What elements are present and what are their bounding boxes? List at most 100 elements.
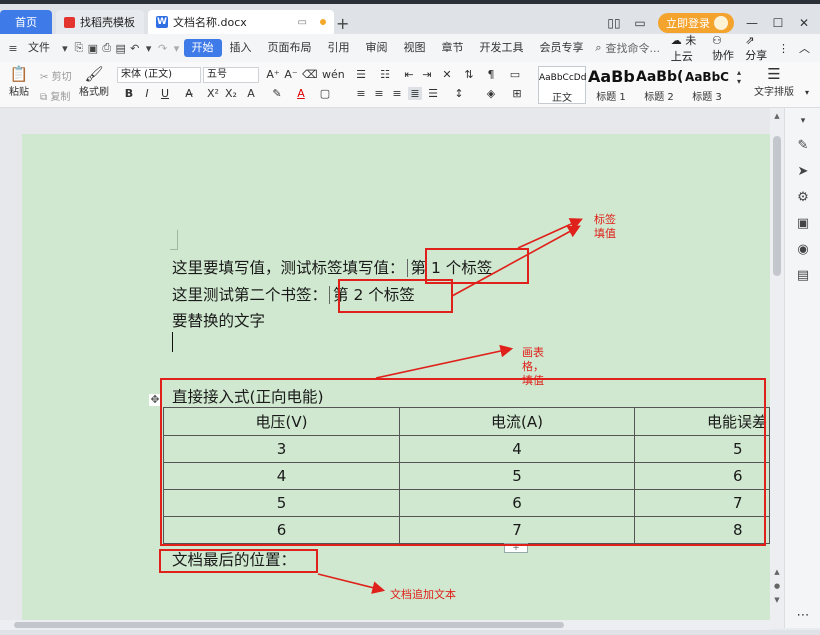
customize-icon[interactable]: ▾	[170, 42, 184, 55]
minimize-button[interactable]: —	[744, 16, 760, 30]
save-icon[interactable]: ▣	[86, 42, 100, 55]
char-border-icon[interactable]: ▢	[318, 87, 332, 100]
layout-toggle-icon[interactable]: ▯▯	[606, 16, 622, 30]
ribbon-expand-icon[interactable]: ▾	[800, 88, 814, 97]
format-painter-button[interactable]: 🖌 格式刷	[78, 65, 110, 98]
restore-view-icon[interactable]: ▭	[632, 16, 648, 30]
vertical-scrollbar[interactable]: ▲ ▲ ● ▼	[770, 108, 784, 628]
clear-format-icon[interactable]: ⌫	[302, 68, 318, 81]
menu-item-start[interactable]: 开始	[183, 39, 222, 57]
menu-item-review[interactable]: 审阅	[358, 39, 396, 57]
location-icon[interactable]: ◉	[793, 242, 813, 257]
line-spacing-icon[interactable]: ↕	[452, 87, 466, 100]
show-marks-icon[interactable]: ¶	[484, 68, 498, 81]
more-icon[interactable]: ⋮	[778, 42, 789, 55]
undo-dropdown-icon[interactable]: ▾	[142, 42, 156, 55]
highlight-icon[interactable]: ✎	[270, 87, 284, 100]
numbered-list-icon[interactable]: ☷	[378, 68, 392, 81]
grow-font-icon[interactable]: A⁺	[266, 68, 280, 81]
menu-item-section[interactable]: 章节	[434, 39, 472, 57]
menu-item-insert[interactable]: 插入	[222, 39, 260, 57]
align-center-icon[interactable]: ≡	[372, 87, 386, 100]
font-family-select[interactable]: 宋体 (正文)	[117, 67, 201, 83]
status-bar	[0, 630, 820, 635]
command-search[interactable]: 查找命令...	[605, 40, 670, 56]
strikethrough-icon[interactable]: A̶	[182, 87, 196, 100]
scroll-up-page-icon[interactable]: ▲	[770, 568, 784, 576]
redo-icon[interactable]: ↷	[156, 42, 170, 55]
tab-templates[interactable]: 找稻壳模板	[56, 10, 144, 34]
bold-icon[interactable]: B	[122, 87, 136, 100]
vertical-scroll-thumb[interactable]	[773, 136, 781, 276]
decrease-indent-icon[interactable]: ⇤	[402, 68, 416, 81]
search-icon[interactable]: ⌕	[592, 41, 606, 55]
tab-home[interactable]: 首页	[0, 10, 52, 34]
book-icon[interactable]: ▤	[793, 268, 813, 283]
chinese-layout-icon[interactable]: ✕	[440, 68, 454, 81]
styles-scroll-icon[interactable]: ▴ ▾	[732, 68, 746, 86]
shading-icon[interactable]: ◈	[484, 87, 498, 100]
adjust-icon[interactable]: ⚙	[793, 190, 813, 205]
superscript-icon[interactable]: X²	[206, 87, 220, 100]
hamburger-icon[interactable]: ≡	[6, 42, 20, 55]
distribute-icon[interactable]: ☰	[426, 87, 440, 100]
menu-item-reference[interactable]: 引用	[320, 39, 358, 57]
undo-icon[interactable]: ↶	[128, 42, 142, 55]
select-cursor-icon[interactable]: ➤	[793, 164, 813, 179]
increase-indent-icon[interactable]: ⇥	[420, 68, 434, 81]
subscript-icon[interactable]: X₂	[224, 87, 238, 100]
open-folder-icon[interactable]: ⎘	[72, 41, 86, 55]
new-tab-button[interactable]: +	[336, 14, 349, 33]
font-size-select[interactable]: 五号	[203, 67, 259, 83]
cloud-status[interactable]: ☁ 未上云	[671, 32, 702, 64]
menu-file[interactable]: 文件	[20, 39, 58, 57]
style-normal[interactable]: AaBbCcDd 正文	[538, 66, 586, 104]
chevron-down-icon[interactable]: ▾	[58, 42, 72, 55]
maximize-button[interactable]: ☐	[770, 16, 786, 30]
phonetic-icon[interactable]: wén	[322, 68, 345, 81]
close-button[interactable]: ✕	[796, 16, 812, 30]
more-options-icon[interactable]: ⋯	[793, 608, 813, 623]
share-button[interactable]: ⇗ 分享	[745, 34, 768, 63]
style-heading2[interactable]: AaBb(标题 2	[636, 66, 682, 104]
menu-item-devtools[interactable]: 开发工具	[472, 39, 532, 57]
align-right-icon[interactable]: ≡	[390, 87, 404, 100]
collab-button[interactable]: ⚇ 协作	[712, 34, 735, 63]
font-color-icon[interactable]: A	[294, 87, 308, 100]
scroll-down-page-icon[interactable]: ▼	[770, 596, 784, 604]
style-heading3[interactable]: AaBbC 标题 3	[684, 66, 730, 104]
sidebar-collapse-icon[interactable]: ▾	[793, 116, 813, 126]
login-button[interactable]: 立即登录	[658, 13, 734, 33]
print-preview-icon[interactable]: ⎙	[100, 41, 114, 55]
ruler-icon[interactable]: ▭	[508, 68, 522, 81]
menu-item-view[interactable]: 视图	[396, 39, 434, 57]
borders-icon[interactable]: ⊞	[510, 87, 524, 100]
image-tools-icon[interactable]: ▣	[793, 216, 813, 231]
text-layout-button[interactable]: ☰ 文字排版	[750, 65, 798, 98]
print-icon[interactable]: ▤	[114, 42, 128, 55]
underline-icon[interactable]: U	[158, 87, 172, 100]
justify-icon[interactable]: ≣	[408, 87, 422, 100]
cut-button[interactable]: ✂ 剪切	[40, 68, 72, 83]
bullet-list-icon[interactable]: ☰	[354, 68, 368, 81]
annotation-box-table	[160, 378, 766, 546]
text-effect-icon[interactable]: A	[244, 87, 258, 100]
pen-icon[interactable]: ✎	[793, 138, 813, 153]
menu-item-layout[interactable]: 页面布局	[260, 39, 320, 57]
shrink-font-icon[interactable]: A⁻	[284, 68, 298, 81]
scroll-object-icon[interactable]: ●	[770, 582, 784, 590]
horizontal-scroll-thumb[interactable]	[14, 622, 564, 628]
sort-icon[interactable]: ⇅	[462, 68, 476, 81]
align-left-icon[interactable]: ≡	[354, 87, 368, 100]
horizontal-scrollbar[interactable]	[0, 620, 770, 630]
monitor-icon[interactable]: ▭	[298, 17, 307, 28]
tab-document[interactable]: W 文档名称.docx ▭	[148, 10, 334, 34]
paste-button[interactable]: 📋 粘贴	[6, 65, 32, 98]
style-heading1[interactable]: AaBb 标题 1	[588, 66, 634, 104]
copy-button[interactable]: ⧉ 复制	[40, 88, 70, 103]
menu-item-member[interactable]: 会员专享	[532, 39, 592, 57]
scroll-up-icon[interactable]: ▲	[770, 112, 784, 120]
collapse-ribbon-icon[interactable]: ︿	[799, 40, 810, 56]
italic-icon[interactable]: I	[140, 87, 154, 100]
line-replace-text[interactable]: 要替换的文字	[172, 309, 265, 331]
